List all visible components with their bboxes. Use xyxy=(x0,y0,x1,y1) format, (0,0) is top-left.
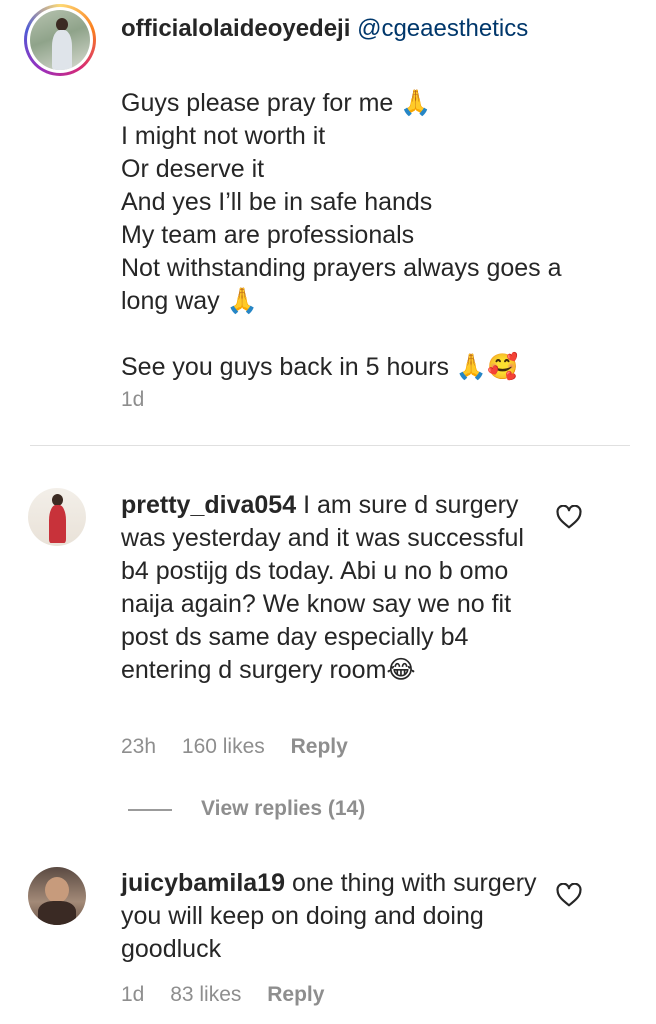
caption-line: My team are professionals xyxy=(121,221,415,249)
comment-text: I am sure d surgery was yesterday and it… xyxy=(121,491,524,684)
post-timestamp: 1d xyxy=(121,388,145,411)
heart-outline-icon[interactable] xyxy=(556,505,582,529)
commenter-username[interactable]: pretty_diva054 xyxy=(121,491,296,519)
commenter-username[interactable]: juicybamila19 xyxy=(121,869,285,897)
post-meta: 1d xyxy=(121,388,164,412)
story-ring[interactable] xyxy=(24,4,96,76)
caption-line: Guys please pray for me 🙏 xyxy=(121,89,432,117)
post-author-avatar[interactable] xyxy=(30,10,90,70)
comment-body: juicybamila19 one thing with surgery you… xyxy=(121,867,541,966)
commenter-avatar[interactable] xyxy=(28,867,86,925)
caption-line: And yes I’ll be in safe hands xyxy=(121,188,433,216)
heart-outline-icon[interactable] xyxy=(556,883,582,907)
comment-meta: 1d 83 likes Reply xyxy=(121,983,344,1007)
post-header: officialolaideoyedeji @cgeaesthetics xyxy=(121,15,528,43)
caption-line: I might not worth it xyxy=(121,122,326,150)
divider xyxy=(30,445,630,446)
comment-likes[interactable]: 160 likes xyxy=(182,735,265,758)
view-replies-button[interactable]: View replies (14) xyxy=(201,797,365,821)
caption-line: Not withstanding prayers always goes a xyxy=(121,254,562,282)
caption-line: See you guys back in 5 hours 🙏🥰 xyxy=(121,353,519,381)
caption-line: long way 🙏 xyxy=(121,287,258,315)
caption-line: Or deserve it xyxy=(121,155,265,183)
reply-button[interactable]: Reply xyxy=(267,983,324,1006)
mention-link[interactable]: @cgeaesthetics xyxy=(357,15,528,42)
comment-body: pretty_diva054 I am sure d surgery was y… xyxy=(121,489,541,687)
comment-timestamp: 1d xyxy=(121,983,145,1006)
comment-meta: 23h 160 likes Reply xyxy=(121,735,368,759)
reply-button[interactable]: Reply xyxy=(291,735,348,758)
post-author-username[interactable]: officialolaideoyedeji xyxy=(121,15,350,42)
post-caption: Guys please pray for me 🙏 I might not wo… xyxy=(121,87,611,384)
commenter-avatar[interactable] xyxy=(28,488,86,546)
replies-divider-line xyxy=(128,809,172,811)
caption-line xyxy=(121,318,611,351)
comment-timestamp: 23h xyxy=(121,735,157,758)
comment-likes[interactable]: 83 likes xyxy=(170,983,241,1006)
